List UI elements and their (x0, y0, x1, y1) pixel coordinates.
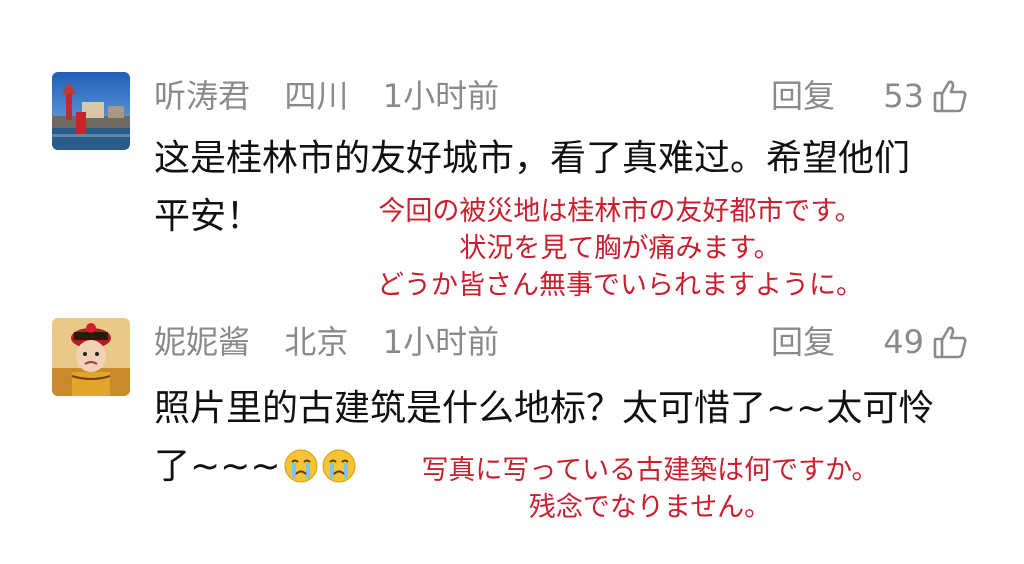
reply-button[interactable]: 回复 (771, 322, 835, 362)
translation-annotation: 写真に写っている古建築は何ですか。 残念でなりません。 (330, 452, 970, 526)
location: 北京 (284, 323, 349, 361)
comment-text-line: 照片里的古建筑是什么地标？太可惜了~~太可怜 (154, 388, 935, 429)
translation-line: 写真に写っている古建築は何ですか。 (421, 455, 879, 486)
comment-meta: 妮妮酱 北京 1小时前 (154, 322, 499, 362)
username[interactable]: 妮妮酱 (154, 323, 250, 361)
timestamp: 1小时前 (382, 323, 500, 361)
avatar-child-costume-photo-icon (52, 318, 130, 396)
like-count: 49 (883, 323, 924, 361)
thumbs-up-icon[interactable] (932, 324, 968, 360)
crying-face-icon (283, 444, 319, 483)
translation-line: 残念でなりません。 (528, 492, 772, 523)
avatar[interactable] (52, 318, 130, 396)
comment-item: 妮妮酱 北京 1小时前 回复 49 照片里的古建筑是什么地标？太可惜了~~太可怜… (0, 0, 1024, 564)
comment-text-line: 了~~~ (154, 446, 281, 487)
